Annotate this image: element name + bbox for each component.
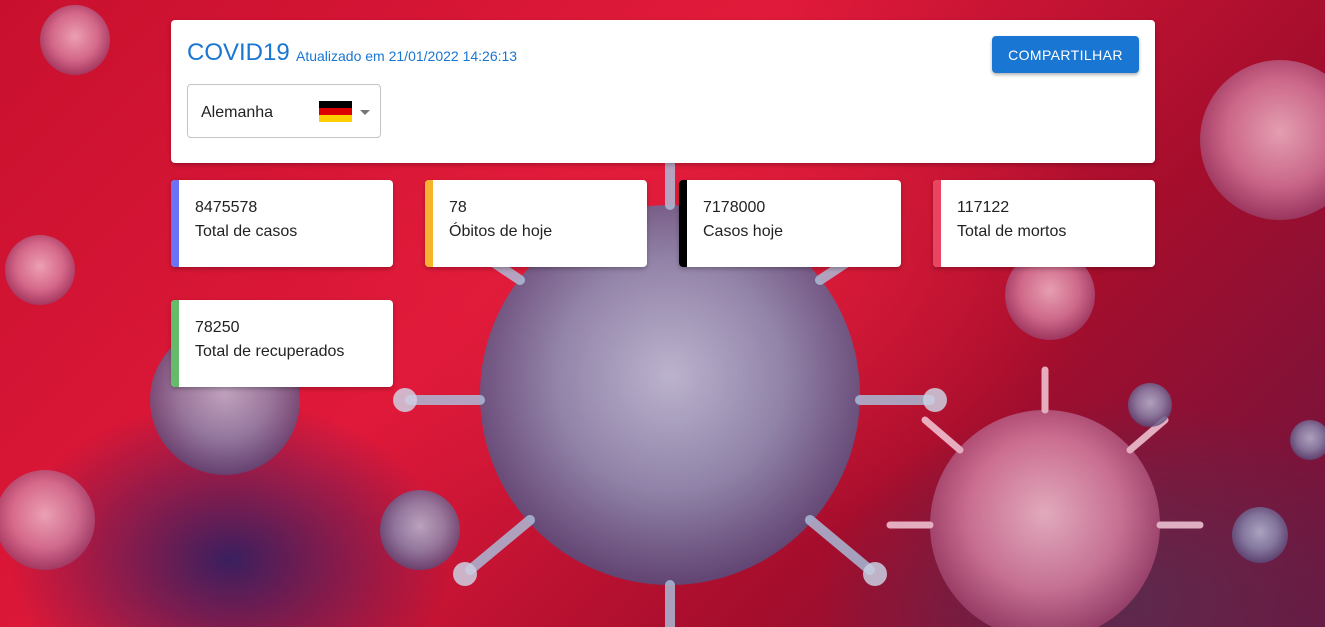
page-title: COVID19 [187,39,290,66]
flag-stripe-black [319,101,352,108]
stat-value: 7178000 [703,199,766,216]
stat-card-total-deaths: 117122 Total de mortos [933,180,1155,267]
germany-flag-icon [319,101,352,122]
stat-label: Total de recuperados [195,343,345,360]
flag-stripe-red [319,108,352,115]
stat-value: 78250 [195,319,240,336]
flag-stripe-gold [319,115,352,122]
share-button[interactable]: COMPARTILHAR [992,36,1139,73]
updated-timestamp: Atualizado em 21/01/2022 14:26:13 [296,48,518,64]
stat-value: 117122 [957,199,1010,216]
stat-label: Óbitos de hoje [449,223,553,240]
stat-value: 78 [449,199,467,216]
stat-color-bar [425,180,433,267]
stat-color-bar [933,180,941,267]
stat-card-cases-today: 7178000 Casos hoje [679,180,901,267]
stat-card-total-cases: 8475578 Total de casos [171,180,393,267]
stat-value: 8475578 [195,199,258,216]
stat-color-bar [171,180,179,267]
header-card: COVID19 Atualizado em 21/01/2022 14:26:1… [171,20,1155,163]
stat-card-deaths-today: 78 Óbitos de hoje [425,180,647,267]
stat-color-bar [679,180,687,267]
stat-label: Casos hoje [703,223,784,240]
stat-label: Total de casos [195,223,298,240]
chevron-down-icon[interactable] [360,110,370,115]
country-select[interactable]: Alemanha [187,84,381,138]
stat-card-total-recovered: 78250 Total de recuperados [171,300,393,387]
stat-color-bar [171,300,179,387]
stat-label: Total de mortos [957,223,1067,240]
country-select-value: Alemanha [201,104,274,121]
